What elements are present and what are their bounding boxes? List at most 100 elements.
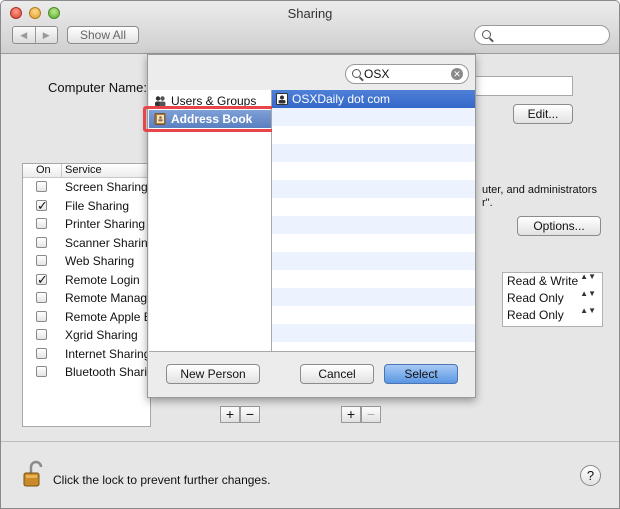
- empty-row: [272, 234, 475, 252]
- service-checkbox[interactable]: ✓: [36, 273, 48, 286]
- service-checkbox[interactable]: ✓: [36, 199, 48, 212]
- forward-button[interactable]: ▶: [36, 27, 58, 43]
- annotation-highlight-box: [143, 106, 275, 132]
- empty-row: [272, 270, 475, 288]
- service-checkbox[interactable]: [36, 329, 47, 340]
- service-name: Scanner Sharing: [65, 235, 151, 250]
- on-column-header[interactable]: On: [36, 164, 51, 177]
- service-row[interactable]: Remote Apple Events: [23, 308, 150, 327]
- service-checkbox[interactable]: [36, 347, 47, 359]
- permission-row[interactable]: Read Only ▲▼: [503, 307, 602, 324]
- service-checkbox[interactable]: [36, 310, 47, 322]
- search-icon: [352, 69, 361, 78]
- back-button[interactable]: ◀: [13, 27, 36, 43]
- back-forward-control: ◀ ▶: [12, 26, 58, 44]
- empty-row: [272, 306, 475, 324]
- result-row[interactable]: OSXDaily dot com: [272, 90, 475, 108]
- add-user-button[interactable]: +: [341, 406, 361, 423]
- users-add-remove: + −: [341, 406, 381, 423]
- service-list: On Service Screen Sharing ✓ File Sharing Pr…: [22, 163, 151, 427]
- remove-folder-button[interactable]: −: [240, 406, 260, 423]
- sharing-window: Sharing ◀ ▶ Show All Computer Name: Edit…: [0, 0, 620, 509]
- empty-row: [272, 288, 475, 306]
- service-row[interactable]: ✓ File Sharing: [23, 197, 150, 216]
- title-bar: Sharing ◀ ▶ Show All: [1, 1, 619, 54]
- empty-row: [272, 252, 475, 270]
- permission-value: Read Only: [507, 291, 564, 305]
- service-name: Printer Sharing: [65, 217, 146, 231]
- empty-row: [272, 144, 475, 162]
- permission-value: Read & Write: [507, 274, 579, 288]
- computer-name-label: Computer Name:: [48, 80, 147, 95]
- service-column-header[interactable]: Service: [61, 164, 102, 177]
- sheet-search-value: OSX: [364, 67, 390, 81]
- show-all-button[interactable]: Show All: [67, 26, 139, 44]
- service-name: Bluetooth Sharing: [65, 365, 151, 379]
- stepper-arrows-icon: ▲▼: [580, 306, 596, 315]
- service-list-header: On Service: [23, 164, 150, 178]
- permissions-list: Read & Write ▲▼ Read Only ▲▼ Read Only ▲▼: [502, 272, 603, 327]
- service-name: Remote Apple Events: [65, 309, 150, 324]
- service-row[interactable]: Bluetooth Sharing: [23, 363, 150, 382]
- service-checkbox[interactable]: [36, 236, 47, 248]
- description-line-1: uter, and administrators: [482, 184, 597, 196]
- lock-icon[interactable]: [23, 460, 43, 488]
- service-name: File Sharing: [65, 198, 130, 213]
- computer-name-field[interactable]: [475, 76, 573, 96]
- sheet-footer: New Person Cancel Select: [149, 351, 475, 398]
- cancel-button[interactable]: Cancel: [300, 364, 374, 384]
- options-button[interactable]: Options...: [517, 216, 601, 236]
- service-row[interactable]: Screen Sharing: [23, 178, 150, 197]
- service-row[interactable]: Xgrid Sharing: [23, 326, 150, 345]
- permission-value: Read Only: [507, 308, 564, 322]
- empty-row: [272, 162, 475, 180]
- source-list: Users & Groups Address Book: [143, 90, 275, 351]
- description-line-2: r".: [482, 197, 493, 209]
- empty-row: [272, 108, 475, 126]
- stepper-arrows-icon: ▲▼: [580, 272, 596, 281]
- window-title: Sharing: [287, 6, 333, 21]
- service-row[interactable]: Printer Sharing: [23, 215, 150, 234]
- empty-row: [272, 180, 475, 198]
- empty-row: [272, 198, 475, 216]
- service-checkbox[interactable]: [36, 292, 47, 303]
- shared-folders-add-remove: + −: [220, 406, 260, 423]
- service-row[interactable]: Web Sharing: [23, 252, 150, 271]
- service-checkbox[interactable]: [36, 366, 47, 377]
- empty-row: [272, 126, 475, 144]
- service-checkbox[interactable]: [36, 218, 47, 229]
- search-icon: [482, 30, 491, 39]
- empty-row: [272, 216, 475, 234]
- service-row[interactable]: ✓ Remote Login: [23, 271, 150, 290]
- sheet-search-field[interactable]: OSX ✕: [345, 64, 469, 84]
- result-name: OSXDaily dot com: [292, 92, 391, 106]
- window-search-field[interactable]: [474, 25, 610, 45]
- empty-row: [272, 342, 475, 351]
- people-picker-sheet: OSX ✕ Users & Groups Address Book OSXDai…: [143, 54, 476, 398]
- edit-button[interactable]: Edit...: [513, 104, 573, 124]
- clear-search-icon[interactable]: ✕: [451, 68, 463, 80]
- add-folder-button[interactable]: +: [220, 406, 240, 423]
- service-row[interactable]: Scanner Sharing: [23, 234, 150, 253]
- service-row[interactable]: Internet Sharing: [23, 345, 150, 364]
- empty-row: [272, 324, 475, 342]
- help-button[interactable]: ?: [580, 465, 601, 486]
- stepper-arrows-icon: ▲▼: [580, 289, 596, 298]
- service-checkbox[interactable]: [36, 255, 47, 266]
- remove-user-button[interactable]: −: [361, 406, 381, 423]
- service-name: Xgrid Sharing: [65, 328, 138, 342]
- new-person-button[interactable]: New Person: [166, 364, 260, 384]
- service-name: Internet Sharing: [65, 346, 151, 361]
- permission-row[interactable]: Read & Write ▲▼: [503, 273, 602, 290]
- contact-card-icon: [276, 93, 288, 105]
- service-checkbox[interactable]: [36, 181, 47, 192]
- service-name: Screen Sharing: [65, 180, 148, 194]
- permission-row[interactable]: Read Only ▲▼: [503, 290, 602, 307]
- service-name: Web Sharing: [65, 254, 135, 268]
- lock-message: Click the lock to prevent further change…: [53, 473, 271, 487]
- service-row[interactable]: Remote Management: [23, 289, 150, 308]
- service-name: Remote Login: [65, 272, 140, 287]
- service-name: Remote Management: [65, 291, 150, 305]
- people-results-list: OSXDaily dot com: [272, 90, 475, 351]
- select-button[interactable]: Select: [384, 364, 458, 384]
